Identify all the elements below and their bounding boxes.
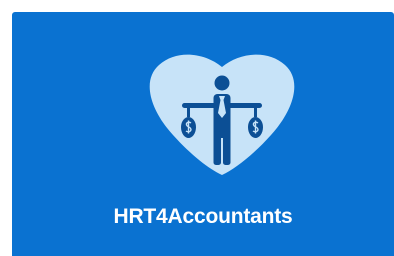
app-tile[interactable]: HRT4Accountants [12,12,394,256]
accountant-balance-scale-icon [147,51,297,177]
tile-title: HRT4Accountants [113,205,293,228]
